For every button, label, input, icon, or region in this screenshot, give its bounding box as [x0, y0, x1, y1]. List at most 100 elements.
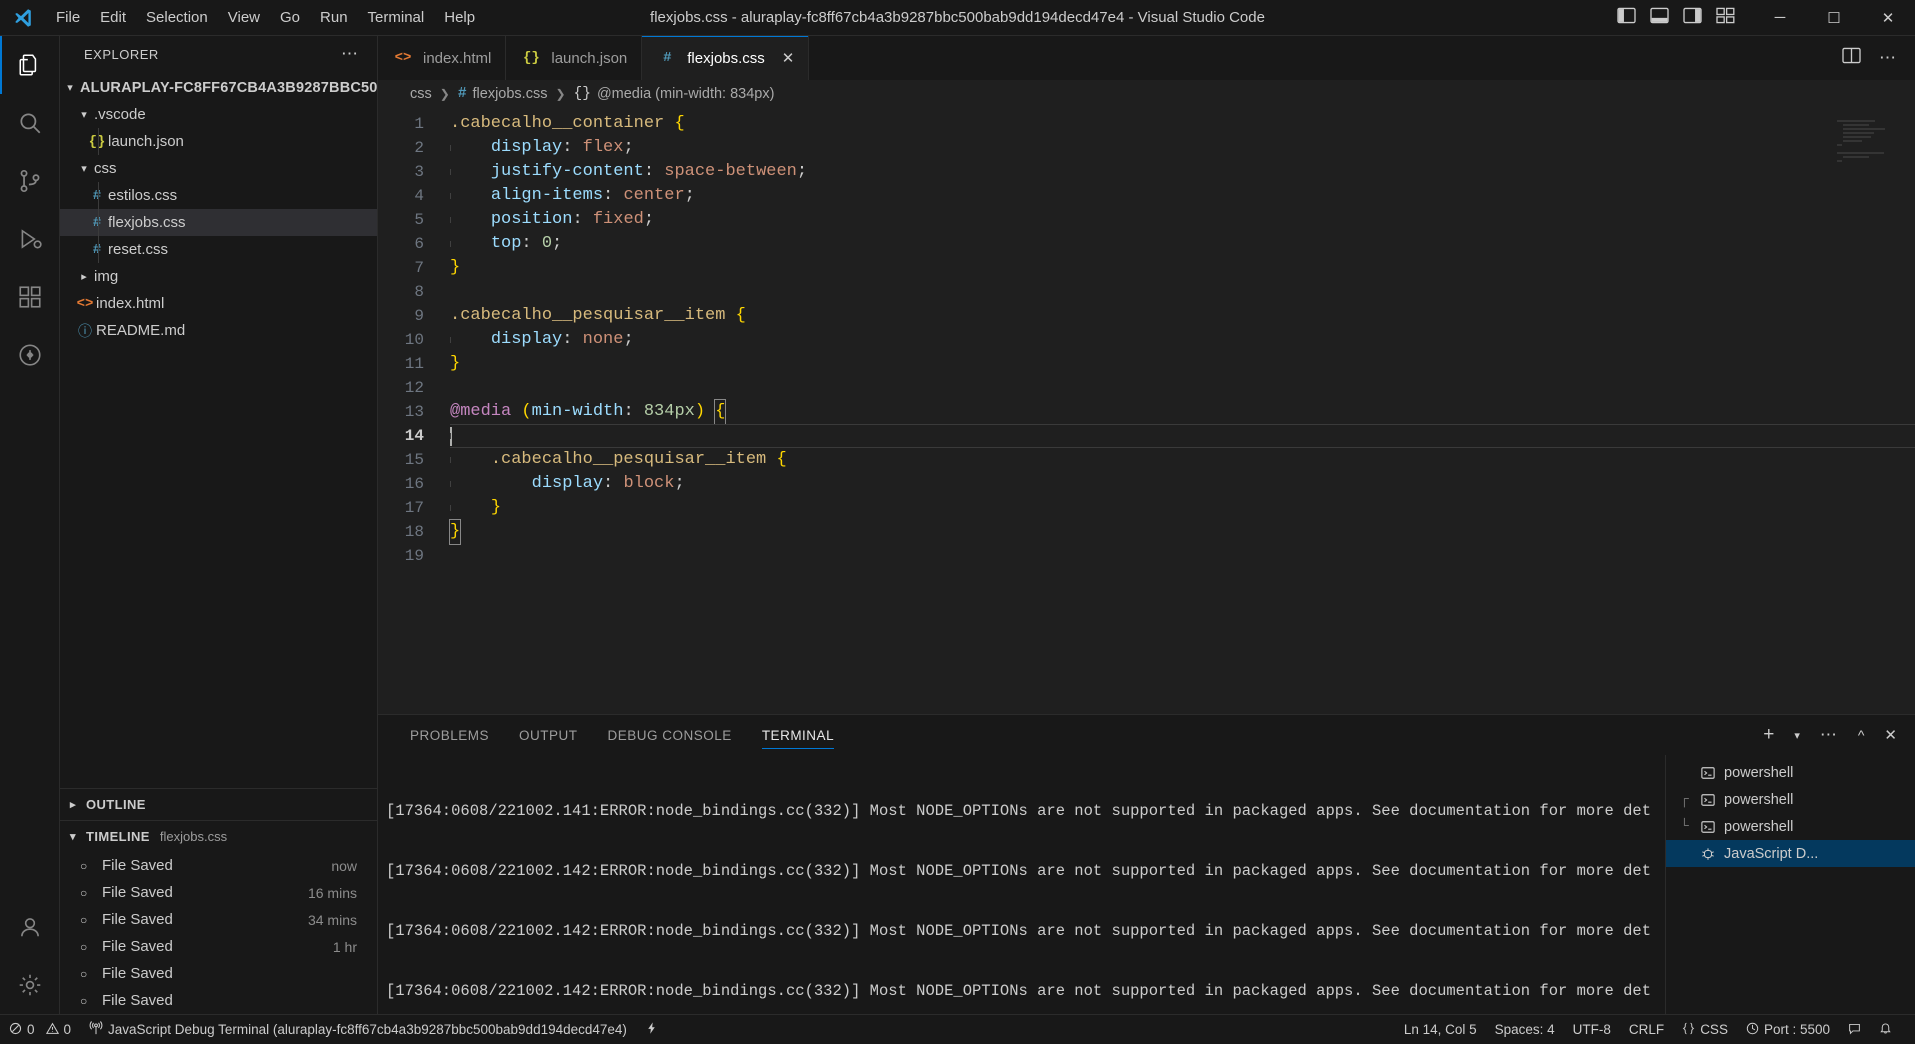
terminal-output[interactable]: [17364:0608/221002.141:ERROR:node_bindin…: [378, 755, 1651, 1014]
timeline-item[interactable]: ○ File Saved now: [60, 852, 377, 879]
activity-run-debug-button[interactable]: [0, 210, 60, 268]
outline-section-header[interactable]: ▸ OUTLINE: [60, 788, 377, 820]
code-token: ;: [552, 234, 563, 253]
panel-tab-terminal[interactable]: TERMINAL: [761, 715, 835, 755]
timeline-item[interactable]: ○ File Saved 34 mins: [60, 906, 377, 933]
editor-more-actions-icon[interactable]: ⋯: [1879, 48, 1897, 68]
breadcrumb-folder[interactable]: css: [410, 86, 432, 102]
code-editor[interactable]: 1 .cabecalho__container {2 display: flex;…: [378, 108, 1915, 714]
terminal-tab-powershell-1[interactable]: powershell: [1666, 759, 1915, 786]
menu-terminal[interactable]: Terminal: [358, 5, 435, 30]
breadcrumb: css ❯ # flexjobs.css ❯ {} @media (min-wi…: [378, 80, 1915, 108]
activity-live-preview-button[interactable]: [0, 326, 60, 384]
explorer-title: EXPLORER: [84, 46, 159, 62]
activity-accounts-button[interactable]: [0, 898, 60, 956]
status-debug-bolt[interactable]: [636, 1015, 667, 1044]
explorer-more-actions-icon[interactable]: ⋯: [341, 44, 359, 64]
tree-folder-vscode[interactable]: ▾ .vscode: [60, 101, 377, 128]
window-minimize-button[interactable]: ─: [1753, 0, 1807, 36]
menu-bar[interactable]: File Edit Selection View Go Run Terminal…: [46, 5, 485, 30]
status-language-mode[interactable]: CSS: [1673, 1015, 1737, 1044]
tree-file-reset-css[interactable]: # reset.css: [60, 236, 377, 263]
status-notifications[interactable]: [1870, 1015, 1901, 1044]
tree-file-launch-json[interactable]: {} launch.json: [60, 128, 377, 155]
activity-settings-gear-icon[interactable]: [0, 956, 60, 1014]
tree-file-estilos-css[interactable]: # estilos.css: [60, 182, 377, 209]
activity-extensions-button[interactable]: [0, 268, 60, 326]
timeline-item-time: 1 hr: [332, 938, 357, 955]
status-debug-session[interactable]: JavaScript Debug Terminal (aluraplay-fc8…: [80, 1015, 636, 1044]
code-line-text: display: block;: [450, 472, 1915, 496]
timeline-item-label: File Saved: [102, 911, 173, 928]
menu-edit[interactable]: Edit: [90, 5, 136, 30]
chevron-down-icon[interactable]: ▾: [1794, 729, 1800, 742]
terminal-tab-powershell-3[interactable]: └ powershell: [1666, 813, 1915, 840]
terminal-scrollbar[interactable]: [1651, 755, 1665, 1014]
status-feedback[interactable]: [1839, 1015, 1870, 1044]
tree-file-flexjobs-css[interactable]: # flexjobs.css: [60, 209, 377, 236]
code-token: {: [735, 306, 746, 325]
debug-terminal-icon: [1700, 847, 1716, 861]
panel-more-actions-icon[interactable]: ⋯: [1820, 725, 1838, 745]
tree-folder-img[interactable]: ▸ img: [60, 263, 377, 290]
timeline-section-header[interactable]: ▾ TIMELINE flexjobs.css: [60, 820, 377, 852]
panel-tab-debug-console[interactable]: DEBUG CONSOLE: [608, 715, 732, 755]
layout-controls[interactable]: [1617, 7, 1753, 29]
timeline-item[interactable]: ○ File Saved: [60, 960, 377, 987]
error-icon: [9, 1022, 22, 1038]
activity-search-button[interactable]: [0, 94, 60, 152]
menu-file[interactable]: File: [46, 5, 90, 30]
menu-go[interactable]: Go: [270, 5, 310, 30]
timeline-item[interactable]: ○ File Saved 16 mins: [60, 879, 377, 906]
code-line-text: .cabecalho__container {: [450, 112, 1915, 136]
menu-help[interactable]: Help: [434, 5, 485, 30]
status-live-server-port[interactable]: Port : 5500: [1737, 1015, 1839, 1044]
tree-root-folder[interactable]: ▾ ALURAPLAY-FC8FF67CB4A3B9287BBC500B...: [60, 74, 377, 101]
tab-flexjobs-css[interactable]: # flexjobs.css ✕: [642, 36, 810, 80]
tab-close-icon[interactable]: ✕: [782, 49, 795, 67]
status-indentation[interactable]: Spaces: 4: [1486, 1015, 1564, 1044]
panel-tab-problems[interactable]: PROBLEMS: [410, 715, 489, 755]
toggle-primary-sidebar-icon[interactable]: [1617, 7, 1636, 29]
split-editor-icon[interactable]: [1842, 47, 1861, 69]
vscode-window: File Edit Selection View Go Run Terminal…: [0, 0, 1915, 1044]
breadcrumb-file[interactable]: flexjobs.css: [473, 86, 548, 102]
terminal-tab-powershell-2[interactable]: ┌ powershell: [1666, 786, 1915, 813]
status-eol[interactable]: CRLF: [1620, 1015, 1673, 1044]
tab-launch-json[interactable]: {} launch.json: [506, 36, 643, 80]
status-cursor-position[interactable]: Ln 14, Col 5: [1395, 1015, 1486, 1044]
tree-folder-css[interactable]: ▾ css: [60, 155, 377, 182]
activity-explorer-button[interactable]: [0, 36, 60, 94]
breadcrumb-symbol[interactable]: @media (min-width: 834px): [597, 86, 775, 102]
terminal-tab-javascript-debug[interactable]: JavaScript D...: [1666, 840, 1915, 867]
tree-file-readme-md[interactable]: ⓘ README.md: [60, 317, 377, 344]
timeline-list: ○ File Saved now ○ File Saved 16 mins ○ …: [60, 852, 377, 1014]
toggle-secondary-sidebar-icon[interactable]: [1683, 7, 1702, 29]
status-problems[interactable]: 0 0: [0, 1015, 80, 1044]
menu-view[interactable]: View: [218, 5, 270, 30]
window-maximize-button[interactable]: ☐: [1807, 0, 1861, 36]
toggle-panel-icon[interactable]: [1650, 7, 1669, 29]
timeline-item[interactable]: ○ File Saved: [60, 987, 377, 1014]
panel-actions: + ▾ ⋯ ^ ✕: [1763, 724, 1915, 746]
code-token: display: [490, 138, 563, 157]
menu-selection[interactable]: Selection: [136, 5, 218, 30]
menu-run[interactable]: Run: [310, 5, 358, 30]
activity-source-control-button[interactable]: [0, 152, 60, 210]
code-line: 5 position: fixed;: [378, 208, 1915, 232]
minimap[interactable]: [1837, 120, 1901, 178]
close-panel-icon[interactable]: ✕: [1884, 726, 1897, 744]
new-terminal-plus-icon[interactable]: +: [1763, 724, 1774, 746]
maximize-panel-icon[interactable]: ^: [1858, 727, 1865, 743]
tab-index-html[interactable]: <> index.html: [378, 36, 507, 80]
timeline-item[interactable]: ○ File Saved 1 hr: [60, 933, 377, 960]
window-close-button[interactable]: ✕: [1861, 0, 1915, 36]
customize-layout-icon[interactable]: [1716, 7, 1735, 29]
status-encoding[interactable]: UTF-8: [1564, 1015, 1620, 1044]
line-number: 16: [404, 475, 424, 493]
tree-file-index-html[interactable]: <> index.html: [60, 290, 377, 317]
panel-tab-output[interactable]: OUTPUT: [519, 715, 578, 755]
